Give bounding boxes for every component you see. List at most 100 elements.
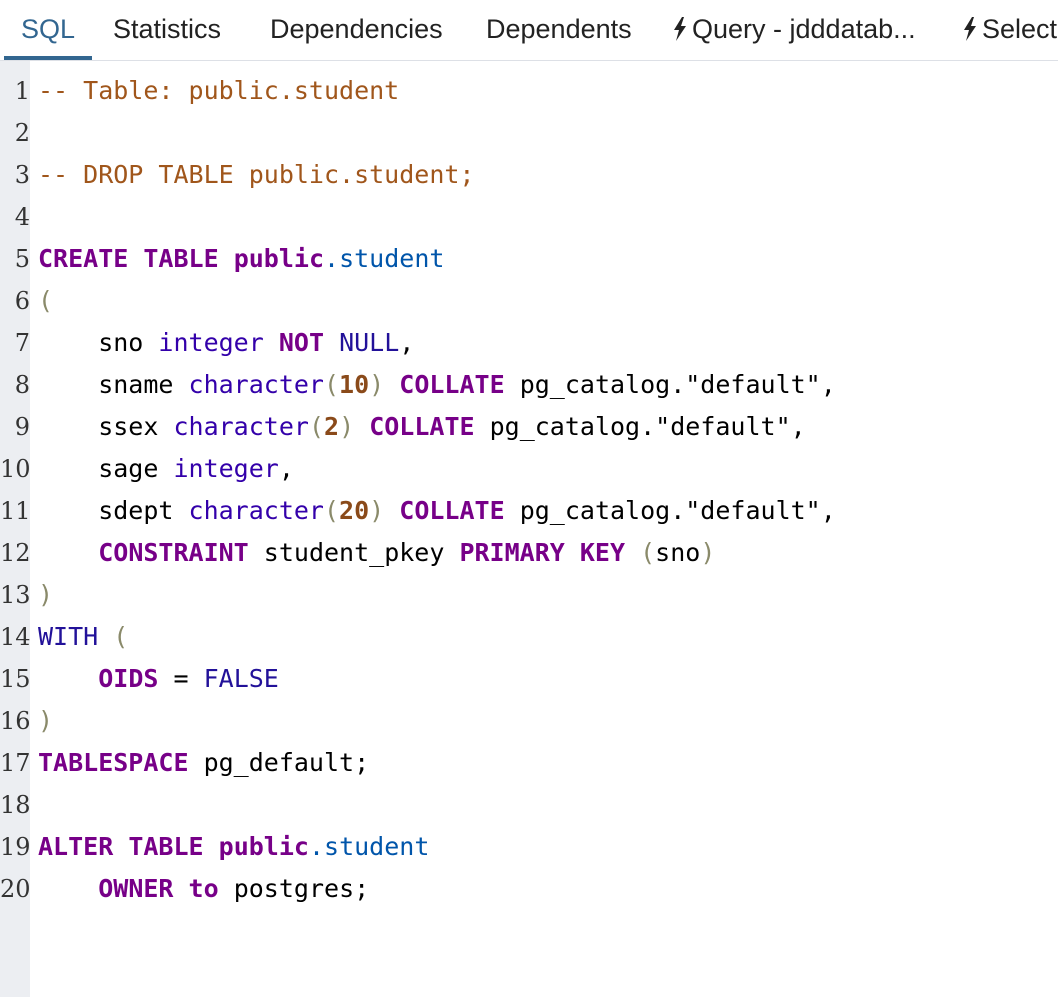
line-number: 16 — [0, 707, 31, 735]
code-token: pg_catalog."default", — [474, 412, 806, 441]
code-line[interactable]: WITH ( — [38, 616, 1058, 658]
tab-dependents[interactable]: Dependents — [486, 0, 632, 60]
tab-bar: SQL Statistics Dependencies Dependents Q… — [0, 0, 1058, 61]
code-token: TABLE — [143, 244, 219, 273]
code-token: pg_default; — [188, 748, 370, 777]
tab-label: Dependencies — [270, 14, 443, 44]
code-token: CONSTRAINT — [98, 538, 249, 567]
code-line[interactable]: sdept character(20) COLLATE pg_catalog."… — [38, 490, 1058, 532]
code-line[interactable]: OIDS = FALSE — [38, 658, 1058, 700]
code-token: ) — [339, 412, 355, 441]
line-number: 4 — [14, 203, 30, 231]
code-token: ( — [323, 496, 340, 525]
code-token: ( — [323, 370, 340, 399]
tab-sql[interactable]: SQL — [4, 0, 92, 60]
code-token: ( — [308, 412, 324, 441]
tab-label: SQL — [20, 14, 76, 44]
line-number: 11 — [0, 497, 31, 525]
line-number: 18 — [0, 791, 31, 819]
code-line[interactable] — [38, 112, 1058, 154]
code-token: COLLATE — [399, 370, 505, 399]
code-line[interactable]: ALTER TABLE public.student — [38, 826, 1058, 868]
code-token: sno — [655, 538, 701, 567]
tab-dependencies[interactable]: Dependencies — [270, 0, 443, 60]
code-line[interactable]: ( — [38, 280, 1058, 322]
code-token: 20 — [339, 496, 370, 525]
code-token: COLLATE — [399, 496, 505, 525]
line-number: 9 — [14, 413, 30, 441]
code-token: WITH — [38, 622, 99, 651]
line-number: 1 — [14, 77, 30, 105]
code-token: ( — [113, 622, 129, 651]
code-token: TABLESPACE — [38, 748, 189, 777]
line-number: 13 — [0, 581, 31, 609]
line-number: 14 — [0, 623, 31, 651]
code-line[interactable]: -- DROP TABLE public.student; — [38, 154, 1058, 196]
code-token: integer — [158, 328, 264, 357]
code-token: .student — [324, 244, 445, 273]
line-number: 10 — [0, 455, 31, 483]
code-token: PRIMARY — [459, 538, 565, 567]
bolt-icon — [964, 17, 976, 41]
code-token: 2 — [324, 412, 340, 441]
code-line[interactable]: ssex character(2) COLLATE pg_catalog."de… — [38, 406, 1058, 448]
line-number: 3 — [14, 161, 30, 189]
code-line[interactable] — [38, 196, 1058, 238]
tab-label: Select — [982, 14, 1058, 44]
code-token: postgres; — [218, 874, 370, 903]
sql-code-editor[interactable]: -- Table: public.student -- DROP TABLE pu… — [38, 70, 1058, 910]
code-token: ) — [38, 580, 54, 609]
tab-label: Query - jdddatab... — [692, 14, 916, 44]
tab-select[interactable]: Select — [963, 0, 1057, 60]
line-number: 8 — [14, 371, 30, 399]
code-token: sdept — [38, 496, 189, 525]
code-line[interactable]: sno integer NOT NULL, — [38, 322, 1058, 364]
code-line[interactable]: sage integer, — [38, 448, 1058, 490]
code-token: FALSE — [203, 664, 279, 693]
code-token: ) — [369, 496, 385, 525]
line-number: 6 — [14, 287, 30, 315]
code-token: character — [188, 496, 324, 525]
code-token: COLLATE — [369, 412, 475, 441]
active-tab-indicator — [4, 56, 92, 60]
line-number: 20 — [0, 875, 31, 903]
code-token: sname — [38, 370, 189, 399]
code-token: student_pkey — [248, 538, 460, 567]
tab-statistics[interactable]: Statistics — [113, 0, 221, 60]
code-line[interactable]: -- Table: public.student — [38, 70, 1058, 112]
code-line[interactable]: CREATE TABLE public.student — [38, 238, 1058, 280]
code-line[interactable]: ) — [38, 700, 1058, 742]
line-number: 17 — [0, 749, 31, 777]
code-token: -- DROP TABLE public.student; — [38, 160, 475, 189]
code-line[interactable] — [38, 784, 1058, 826]
code-line[interactable]: OWNER to postgres; — [38, 868, 1058, 910]
tab-label: Dependents — [486, 14, 632, 44]
code-token: = — [158, 664, 204, 693]
code-token: ) — [700, 538, 716, 567]
code-line[interactable]: CONSTRAINT student_pkey PRIMARY KEY (sno… — [38, 532, 1058, 574]
code-line[interactable]: TABLESPACE pg_default; — [38, 742, 1058, 784]
code-token: pg_catalog."default", — [504, 370, 836, 399]
code-token: ) — [38, 706, 54, 735]
code-token: character — [173, 412, 309, 441]
code-token: character — [188, 370, 324, 399]
code-token: -- Table: public.student — [38, 76, 400, 105]
code-line[interactable]: sname character(10) COLLATE pg_catalog."… — [38, 364, 1058, 406]
line-number: 5 — [14, 245, 30, 273]
code-token: ( — [38, 286, 54, 315]
code-token: integer — [173, 454, 279, 483]
code-token: ( — [640, 538, 656, 567]
code-token: NOT — [278, 328, 324, 357]
code-token: public — [218, 832, 309, 861]
tab-query[interactable]: Query - jdddatab... — [673, 0, 916, 60]
code-line[interactable]: ) — [38, 574, 1058, 616]
bolt-icon — [674, 17, 686, 41]
